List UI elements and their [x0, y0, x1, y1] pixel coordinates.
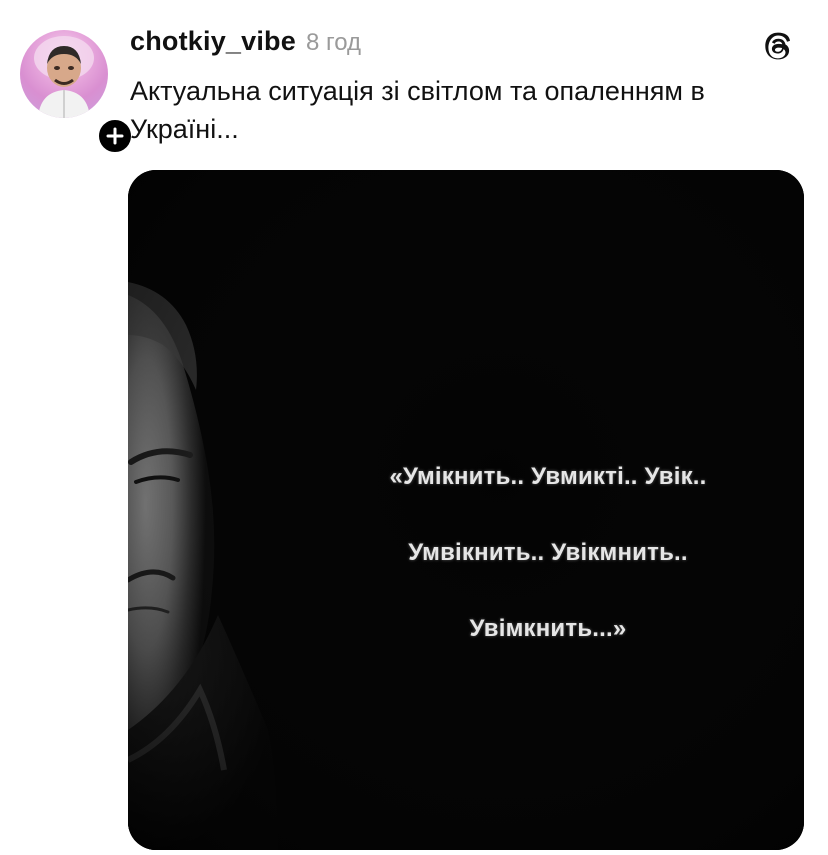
quote-line: «Умікнить.. Увмикті.. Увік..	[389, 463, 707, 490]
quote-text: «Умікнить.. Увмикті.. Увік.. Умвікнить..…	[318, 420, 778, 686]
quote-line: Увімкнить...»	[469, 615, 627, 642]
follow-button[interactable]	[96, 117, 134, 155]
post-timestamp: 8 год	[305, 29, 362, 56]
avatar[interactable]	[20, 30, 108, 118]
post-image[interactable]: «Умікнить.. Увмикті.. Увік.. Умвікнить..…	[128, 170, 804, 850]
avatar-portrait-icon	[34, 36, 94, 118]
avatar-container	[20, 30, 134, 155]
post-header: chotkiy_vibe 8 год	[130, 26, 361, 62]
quote-line: Умвікнить.. Увікмнить..	[408, 539, 688, 566]
username-link[interactable]: chotkiy_vibe	[130, 26, 296, 57]
threads-logo-icon[interactable]	[760, 28, 796, 64]
plus-icon	[106, 127, 124, 145]
thread-post: chotkiy_vibe 8 год Актуальна ситуація зі…	[0, 0, 828, 855]
post-caption: Актуальна ситуація зі світлом та опаленн…	[130, 76, 705, 144]
